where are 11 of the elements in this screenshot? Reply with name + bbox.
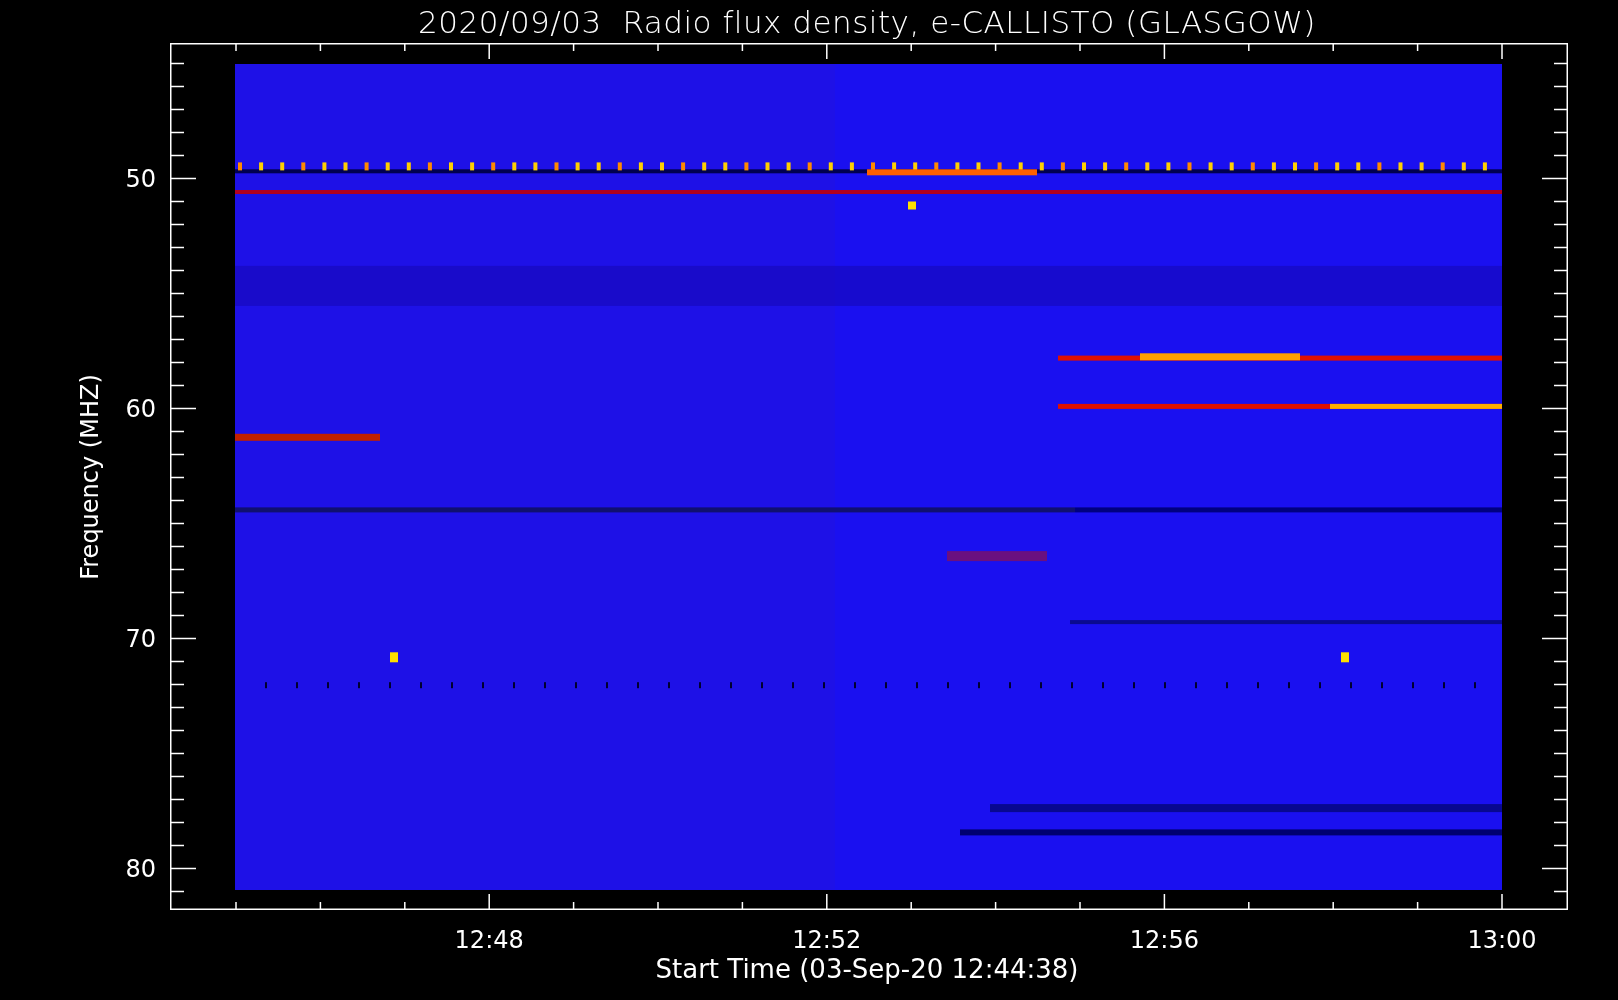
y-axis-label: Frequency (MHZ): [76, 373, 104, 580]
chart-title: 2020/09/03 Radio flux density, e-CALLISTO (GLASGOW): [417, 2, 1317, 42]
x-tick-label: 12:56: [1129, 926, 1199, 954]
y-tick-label: 50: [125, 164, 156, 193]
x-tick-label: 12:52: [792, 926, 862, 954]
y-tick-label: 80: [125, 854, 156, 883]
x-tick-label: 12:48: [454, 926, 524, 954]
x-tick-label: 13:00: [1467, 926, 1537, 954]
y-tick-label: 60: [125, 394, 156, 423]
y-tick-label: 70: [125, 624, 156, 653]
x-axis-label: Start Time (03-Sep-20 12:44:38): [655, 954, 1079, 984]
